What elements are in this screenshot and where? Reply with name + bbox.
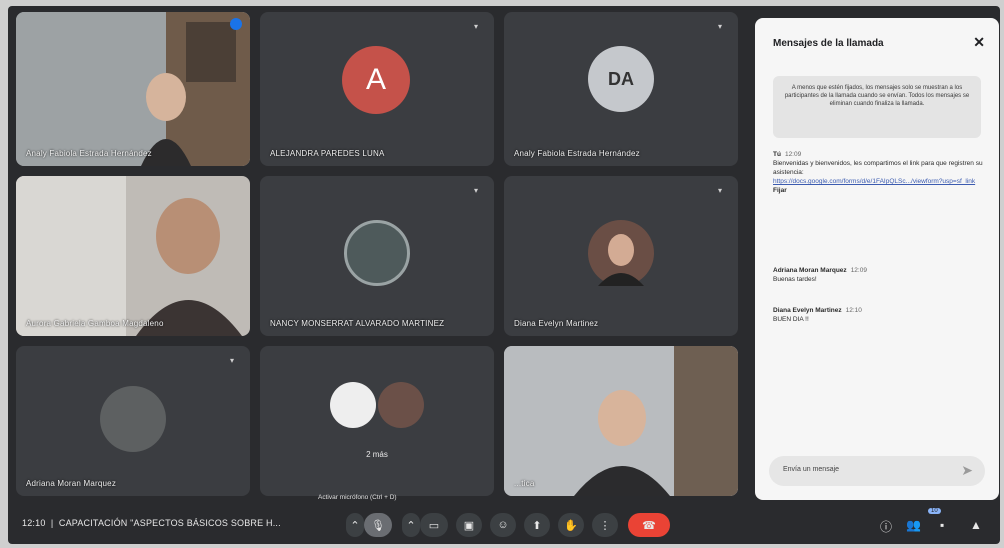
message-time: 12:09: [850, 267, 867, 274]
chat-panel: Mensajes de la llamada ✕ A menos que est…: [755, 18, 999, 500]
avatar-photo: [598, 234, 644, 286]
chat-notice: A menos que estén fijados, los mensajes …: [773, 76, 981, 138]
end-call-icon: ☎: [642, 519, 656, 532]
chat-title: Mensajes de la llamada: [773, 38, 884, 49]
participant-tile[interactable]: Aurora Gabriela Gamboa Magdaleno: [16, 176, 250, 336]
participant-tile[interactable]: A ALEJANDRA PAREDES LUNA ▾: [260, 12, 494, 166]
captions-button[interactable]: ▣: [456, 513, 482, 537]
message-text: Bienvenidas y bienvenidos, les compartim…: [773, 160, 983, 176]
people-icon[interactable]: 👥: [906, 518, 921, 532]
mic-options-button[interactable]: ⌃: [346, 513, 364, 537]
chat-input-placeholder: Envía un mensaje: [783, 466, 840, 473]
participant-tile[interactable]: ...tica: [504, 346, 738, 496]
camera-options-button[interactable]: ⌃: [402, 513, 420, 537]
mic-off-icon: ▾: [474, 22, 479, 31]
participant-name: Adriana Moran Marquez: [26, 479, 117, 488]
participant-video: [16, 176, 250, 336]
participant-tile[interactable]: Analy Fabiola Estrada Hernández: [16, 12, 250, 166]
message-text: BUEN DIA !!: [773, 316, 809, 323]
camera-icon: ▭: [428, 519, 440, 532]
participant-name: Diana Evelyn Martinez: [514, 319, 599, 328]
avatar-initial: DA: [608, 68, 634, 89]
activities-icon[interactable]: ▲: [970, 518, 982, 532]
avatar: [588, 220, 654, 286]
close-icon[interactable]: ✕: [973, 34, 985, 51]
participant-name: ALEJANDRA PAREDES LUNA: [270, 149, 385, 158]
raise-hand-button[interactable]: ✋: [558, 513, 584, 537]
participant-tile[interactable]: Diana Evelyn Martinez ▾: [504, 176, 738, 336]
avatar-initial: A: [365, 63, 386, 96]
meet-stage: Analy Fabiola Estrada Hernández A ALEJAN…: [8, 6, 1000, 544]
more-participants-label: 2 más: [366, 450, 388, 459]
participant-name: NANCY MONSERRAT ALVARADO MARTINEZ: [270, 319, 445, 328]
participant-tile[interactable]: NANCY MONSERRAT ALVARADO MARTINEZ ▾: [260, 176, 494, 336]
present-icon: ⬆: [532, 519, 542, 532]
separator: |: [48, 518, 57, 528]
mic-off-icon: 🎙: [371, 519, 385, 532]
leave-call-button[interactable]: ☎: [628, 513, 670, 537]
participant-video: [16, 12, 250, 166]
mic-off-icon: ▾: [718, 186, 723, 195]
chat-message: Diana Evelyn Martinez 12:10 BUEN DIA !!: [773, 306, 983, 324]
hand-icon: ✋: [564, 519, 578, 532]
chat-message: Adriana Moran Marquez 12:09 Buenas tardes…: [773, 266, 983, 284]
message-author: Diana Evelyn Martinez: [773, 307, 842, 314]
avatar: DA: [588, 46, 654, 112]
chat-message: Tú 12:09 Bienvenidas y bienvenidos, les c…: [773, 150, 983, 195]
message-text: Buenas tardes!: [773, 276, 817, 283]
chat-input[interactable]: Envía un mensaje ➤: [769, 456, 985, 486]
meeting-title: CAPACITACIÓN "ASPECTOS BÁSICOS SOBRE H..…: [58, 518, 281, 528]
participant-tile[interactable]: Adriana Moran Marquez ▾: [16, 346, 250, 496]
message-time: 12:09: [784, 151, 802, 158]
participant-name: ...tica: [514, 479, 535, 488]
avatar: [344, 220, 410, 286]
more-options-icon[interactable]: [230, 18, 242, 30]
participant-tile-group[interactable]: 2 más: [260, 346, 494, 496]
more-options-button[interactable]: ⋮: [592, 513, 618, 537]
message-author: Adriana Moran Marquez: [773, 267, 847, 274]
message-author: Tú: [773, 151, 781, 158]
pin-button[interactable]: Fijar: [773, 187, 787, 194]
mic-off-icon: ▾: [474, 186, 479, 195]
bottom-bar: 12:10 | CAPACITACIÓN "ASPECTOS BÁSICOS S…: [8, 506, 1000, 544]
participant-name: Analy Fabiola Estrada Hernández: [26, 149, 152, 158]
chat-icon[interactable]: ▪: [940, 518, 944, 532]
meeting-info: 12:10 | CAPACITACIÓN "ASPECTOS BÁSICOS S…: [22, 518, 281, 528]
mic-off-icon: ▾: [230, 356, 235, 365]
present-button[interactable]: ⬆: [524, 513, 550, 537]
avatar: [378, 382, 424, 428]
meeting-details-icon[interactable]: ⓘ: [880, 518, 892, 535]
message-link[interactable]: https://docs.google.com/forms/d/e/1FAIpQ…: [773, 178, 975, 185]
avatar: [330, 382, 376, 428]
mic-off-icon: ▾: [718, 22, 723, 31]
participant-video: [504, 346, 738, 496]
emoji-icon: ☺: [497, 519, 509, 531]
more-vert-icon: ⋮: [599, 519, 611, 532]
people-count-badge: 10: [928, 508, 941, 514]
participant-name: Analy Fabiola Estrada Hernández: [514, 149, 640, 158]
avatar: A: [342, 46, 410, 114]
mic-tooltip: Activar micrófono (Ctrl + D): [318, 494, 397, 501]
send-icon[interactable]: ➤: [961, 462, 973, 479]
captions-icon: ▣: [463, 519, 475, 532]
reactions-button[interactable]: ☺: [490, 513, 516, 537]
camera-toggle-button[interactable]: ▭: [420, 513, 448, 537]
avatar: [100, 386, 166, 452]
participant-name: Aurora Gabriela Gamboa Magdaleno: [26, 319, 164, 328]
message-time: 12:10: [845, 307, 862, 314]
mic-toggle-button[interactable]: 🎙: [364, 513, 392, 537]
clock-time: 12:10: [22, 518, 46, 528]
participant-tile[interactable]: DA Analy Fabiola Estrada Hernández ▾: [504, 12, 738, 166]
